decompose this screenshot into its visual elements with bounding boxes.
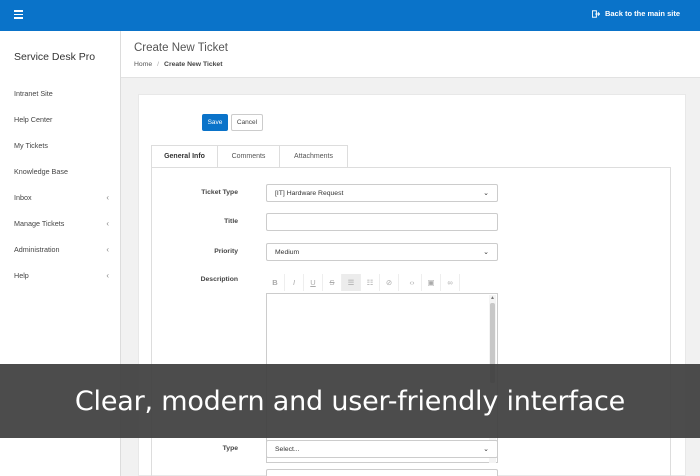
sidebar-item-label: Help bbox=[14, 270, 29, 280]
sidebar-item-label: Knowledge Base bbox=[14, 166, 68, 176]
type-select[interactable]: Select... ⌄ bbox=[266, 440, 498, 458]
code-icon[interactable]: ‹› bbox=[403, 273, 422, 291]
bold-icon[interactable]: B bbox=[266, 273, 285, 291]
type-label: Type bbox=[222, 445, 238, 452]
sidebar-item-label: My Tickets bbox=[14, 140, 48, 150]
priority-select[interactable]: Medium ⌄ bbox=[266, 243, 498, 261]
sidebar-item-label: Inbox bbox=[14, 192, 32, 202]
scroll-up-icon[interactable]: ▲ bbox=[489, 295, 496, 302]
sidebar-item-administration[interactable]: Administration ‹ bbox=[0, 236, 121, 262]
tab-comments[interactable]: Comments bbox=[218, 145, 280, 168]
italic-icon[interactable]: I bbox=[285, 273, 304, 291]
image-icon[interactable]: ▣ bbox=[422, 273, 441, 291]
page-title: Create New Ticket bbox=[134, 42, 228, 54]
page-header: Create New Ticket Home / Create New Tick… bbox=[121, 31, 700, 78]
description-label: Description bbox=[200, 276, 238, 283]
chevron-left-icon: ‹ bbox=[106, 270, 109, 280]
breadcrumb: Home / Create New Ticket bbox=[134, 61, 222, 68]
breadcrumb-current: Create New Ticket bbox=[164, 61, 223, 68]
type-value: Select... bbox=[275, 445, 300, 453]
chevron-left-icon: ‹ bbox=[106, 192, 109, 202]
back-link-label: Back to the main site bbox=[604, 9, 680, 18]
caption-banner: Clear, modern and user-friendly interfac… bbox=[0, 364, 700, 438]
back-to-main-site-link[interactable]: Back to the main site bbox=[591, 9, 680, 18]
priority-value: Medium bbox=[275, 248, 300, 256]
chevron-left-icon: ‹ bbox=[106, 218, 109, 228]
sidebar-item-label: Manage Tickets bbox=[14, 218, 65, 228]
ticket-type-select[interactable]: [IT] Hardware Request ⌄ bbox=[266, 184, 498, 202]
underline-icon[interactable]: U bbox=[304, 273, 323, 291]
sidebar-nav: Intranet Site Help Center My Tickets Kno… bbox=[0, 80, 121, 288]
hamburger-menu-icon[interactable] bbox=[14, 10, 23, 19]
ticket-type-value: [IT] Hardware Request bbox=[275, 189, 344, 197]
sidebar-item-manage-tickets[interactable]: Manage Tickets ‹ bbox=[0, 210, 121, 236]
title-input[interactable] bbox=[266, 213, 498, 231]
sidebar-item-knowledge-base[interactable]: Knowledge Base bbox=[0, 158, 121, 184]
breadcrumb-separator: / bbox=[157, 61, 160, 68]
top-bar: Back to the main site bbox=[0, 0, 700, 31]
tab-general-info[interactable]: General Info bbox=[151, 145, 218, 168]
title-label: Title bbox=[224, 218, 238, 225]
ticket-type-label: Ticket Type bbox=[201, 189, 238, 196]
editor-toolbar: B I U S ☰ ☷ ⊘ ‹› ▣ ∞ bbox=[266, 272, 498, 292]
brand-name[interactable]: Service Desk Pro bbox=[14, 51, 95, 63]
numbered-list-icon[interactable]: ☷ bbox=[361, 273, 380, 291]
sidebar-item-label: Administration bbox=[14, 244, 60, 254]
clear-format-icon[interactable]: ⊘ bbox=[380, 273, 399, 291]
tab-attachments[interactable]: Attachments bbox=[280, 145, 348, 168]
chevron-down-icon: ⌄ bbox=[483, 249, 489, 256]
sidebar-item-my-tickets[interactable]: My Tickets bbox=[0, 132, 121, 158]
chevron-down-icon: ⌄ bbox=[483, 190, 489, 197]
sidebar-item-help[interactable]: Help ‹ bbox=[0, 262, 121, 288]
form-tabs: General Info Comments Attachments bbox=[151, 145, 348, 168]
sidebar-item-help-center[interactable]: Help Center bbox=[0, 106, 121, 132]
cancel-button[interactable]: Cancel bbox=[231, 114, 263, 131]
chevron-down-icon: ⌄ bbox=[483, 446, 489, 453]
sidebar-item-inbox[interactable]: Inbox ‹ bbox=[0, 184, 121, 210]
caption-text: Clear, modern and user-friendly interfac… bbox=[74, 385, 626, 417]
chevron-left-icon: ‹ bbox=[106, 244, 109, 254]
link-icon[interactable]: ∞ bbox=[441, 273, 460, 291]
breadcrumb-home[interactable]: Home bbox=[134, 61, 152, 68]
sign-out-icon bbox=[591, 9, 600, 18]
strikethrough-icon[interactable]: S bbox=[323, 273, 342, 291]
next-field-input[interactable] bbox=[266, 469, 498, 476]
save-button[interactable]: Save bbox=[202, 114, 228, 131]
sidebar-item-label: Help Center bbox=[14, 114, 53, 124]
priority-label: Priority bbox=[214, 248, 238, 255]
sidebar-item-label: Intranet Site bbox=[14, 88, 53, 98]
bulleted-list-icon[interactable]: ☰ bbox=[342, 273, 361, 291]
sidebar-item-intranet-site[interactable]: Intranet Site bbox=[0, 80, 121, 106]
